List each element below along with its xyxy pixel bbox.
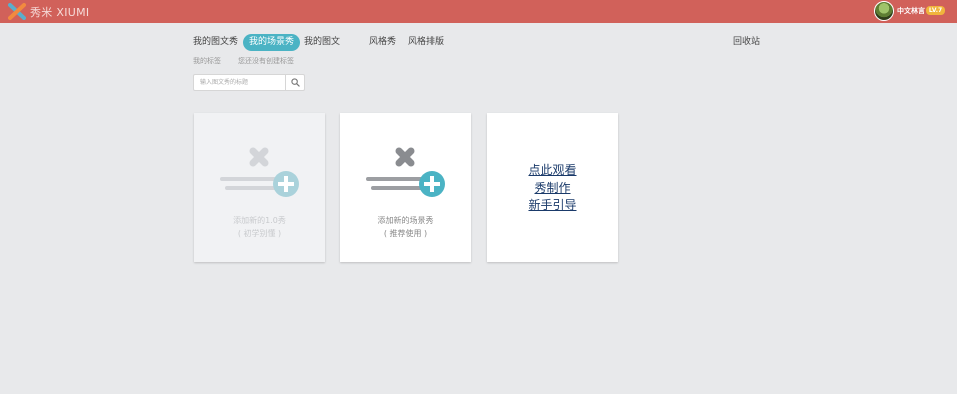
card-sublabel: ( 推荐使用 ): [383, 229, 428, 238]
tab-recycle-bin[interactable]: 回收站: [733, 34, 760, 51]
top-bar: 秀米 XIUMI 中文林言 LV.7: [0, 0, 957, 23]
tab-style-show[interactable]: 风格秀: [369, 34, 396, 51]
guide-link-guide[interactable]: 新手引导: [487, 196, 618, 213]
tab-style-layout[interactable]: 风格排版: [408, 34, 444, 51]
search-box: [193, 74, 305, 91]
add-1-0-show-card[interactable]: 添加新的1.0秀 ( 初学别懂 ): [194, 113, 325, 262]
avatar[interactable]: [874, 1, 894, 21]
guide-link-making[interactable]: 秀制作: [487, 179, 618, 196]
tab-my-graphics[interactable]: 我的图文: [304, 34, 340, 51]
no-tags-hint: 您还没有创建标签: [238, 57, 294, 65]
logo-text[interactable]: 秀米 XIUMI: [30, 4, 89, 20]
xiumi-logo-icon[interactable]: [8, 3, 26, 20]
search-input[interactable]: [194, 75, 287, 90]
card-sublabel: ( 初学别懂 ): [237, 229, 282, 238]
card-label: 添加新的场景秀: [377, 216, 434, 225]
level-badge: LV.7: [926, 6, 945, 15]
search-button[interactable]: [285, 75, 304, 90]
tab-my-scene-show[interactable]: 我的场景秀: [243, 34, 301, 51]
card-label: 添加新的1.0秀: [233, 216, 286, 225]
add-show-icon: [366, 147, 445, 197]
add-show-icon: [220, 147, 299, 197]
guide-link-watch[interactable]: 点此观看: [487, 161, 618, 178]
tutorial-card: 点此观看 秀制作 新手引导: [487, 113, 618, 262]
tab-my-graphic-show[interactable]: 我的图文秀: [193, 34, 238, 51]
user-name[interactable]: 中文林言: [897, 6, 925, 16]
add-scene-show-card[interactable]: 添加新的场景秀 ( 推荐使用 ): [340, 113, 471, 262]
search-icon: [290, 78, 300, 87]
my-tags-label[interactable]: 我的标签: [193, 56, 221, 66]
